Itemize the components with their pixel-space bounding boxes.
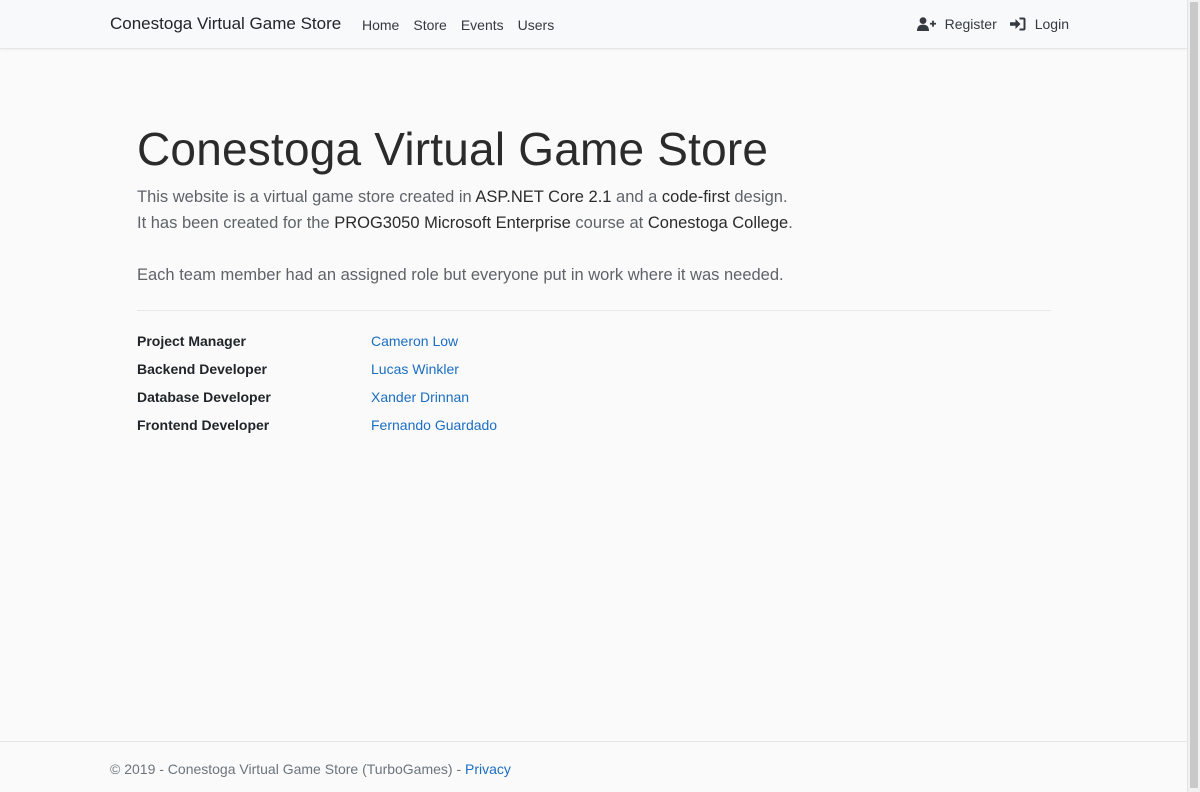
- intro-line-1-tech: ASP.NET Core 2.1: [475, 188, 612, 206]
- nav-users[interactable]: Users: [518, 17, 555, 33]
- intro-line-1-approach: code-first: [661, 188, 730, 206]
- intro-line-1-text-a: This website is a virtual game store cre…: [137, 188, 476, 206]
- copyright-text: © 2019 - Conestoga Virtual Game Store (T…: [110, 761, 466, 777]
- team-row: Frontend Developer Fernando Guardado: [137, 417, 737, 445]
- member-link[interactable]: Lucas Winkler: [371, 361, 459, 377]
- member-link[interactable]: Cameron Low: [371, 333, 458, 349]
- team-list: Project Manager Cameron Low Backend Deve…: [137, 333, 737, 445]
- intro-line-2-college: Conestoga College: [647, 214, 789, 232]
- nav-events[interactable]: Events: [461, 17, 504, 33]
- privacy-link[interactable]: Privacy: [465, 761, 511, 777]
- intro-line-2-text-a: It has been created for the: [137, 214, 335, 232]
- team-row: Backend Developer Lucas Winkler: [137, 361, 737, 389]
- top-navbar: Conestoga Virtual Game Store Home Store …: [0, 0, 1187, 49]
- member-link[interactable]: Fernando Guardado: [371, 417, 497, 433]
- nav-store[interactable]: Store: [413, 17, 446, 33]
- intro-line-2-course: PROG3050 Microsoft Enterprise: [334, 214, 571, 232]
- page-footer: © 2019 - Conestoga Virtual Game Store (T…: [0, 741, 1187, 792]
- sign-in-icon: [1009, 17, 1026, 31]
- brand-link[interactable]: Conestoga Virtual Game Store: [110, 14, 341, 34]
- vertical-scrollbar[interactable]: [1187, 0, 1200, 792]
- register-label: Register: [944, 16, 997, 32]
- nav-home[interactable]: Home: [362, 17, 399, 33]
- scrollbar-thumb[interactable]: [1190, 2, 1198, 788]
- role-label: Project Manager: [137, 333, 246, 349]
- account-nav: Register Login: [904, 16, 1069, 32]
- role-label: Backend Developer: [137, 361, 267, 377]
- intro-line-2-text-c: .: [788, 214, 793, 232]
- team-row: Project Manager Cameron Low: [137, 333, 737, 361]
- intro-line-1-text-b: and a: [611, 188, 662, 206]
- team-row: Database Developer Xander Drinnan: [137, 389, 737, 417]
- intro-line-2-text-b: course at: [570, 214, 648, 232]
- intro-line-1-text-c: design.: [729, 188, 788, 206]
- intro-line-3: Each team member had an assigned role bu…: [137, 266, 784, 284]
- page-title: Conestoga Virtual Game Store: [137, 123, 769, 175]
- role-label: Database Developer: [137, 389, 271, 405]
- role-label: Frontend Developer: [137, 417, 270, 433]
- member-link[interactable]: Xander Drinnan: [371, 389, 469, 405]
- user-plus-icon: [916, 17, 936, 31]
- section-divider: [137, 310, 1051, 311]
- login-link[interactable]: Login: [1009, 16, 1069, 32]
- login-label: Login: [1034, 16, 1069, 32]
- intro-line-1: This website is a virtual game store cre…: [137, 188, 788, 207]
- register-link[interactable]: Register: [916, 16, 997, 32]
- intro-line-2: It has been created for the PROG3050 Mic…: [137, 214, 793, 233]
- footer-text: © 2019 - Conestoga Virtual Game Store (T…: [110, 761, 511, 777]
- main-nav: Home Store Events Users: [362, 17, 568, 33]
